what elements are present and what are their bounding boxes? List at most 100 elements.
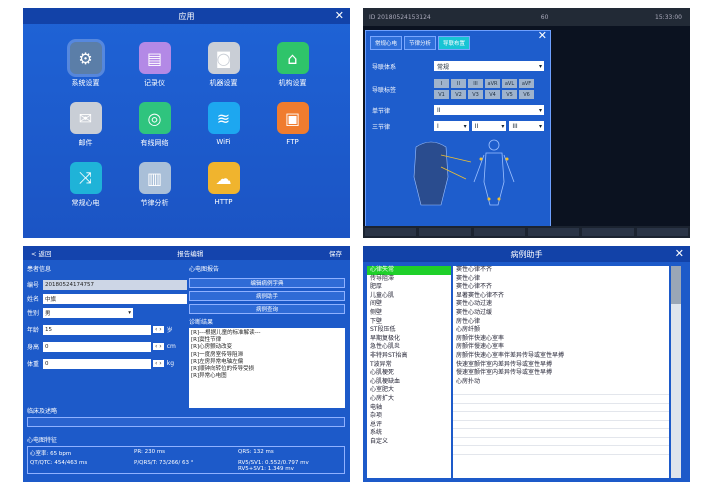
edit-dictionary-button[interactable]: 编辑病例字典 [189, 278, 345, 288]
list-item[interactable]: 窦性心动过缓 [453, 309, 669, 318]
tab-lead-layout[interactable]: 导联布置 [438, 36, 471, 50]
lead-chip[interactable]: V5 [502, 90, 517, 99]
height-field[interactable]: 0 [43, 341, 151, 352]
category-item[interactable]: 间壁 [367, 300, 451, 309]
list-item[interactable]: 快速室颤伴室内差异传导或室性早搏 [453, 361, 669, 370]
app-home[interactable]: ⌂ 机构设置 [258, 42, 327, 88]
app-label: 机构设置 [278, 79, 307, 87]
diagnosis-textarea[interactable]: [R]---根据儿童的标准解读--- [R]窦性节律 [R]心房颤动改变 [R]一度房… [189, 328, 345, 408]
app-shuffle[interactable]: ⤨ 常规心电 [51, 162, 120, 208]
category-item[interactable]: 传导阻滞 [367, 275, 451, 284]
id-field[interactable]: 20180524174757 [43, 279, 187, 290]
case-query-button[interactable]: 病例查询 [189, 304, 345, 314]
chevron-down-icon: ▾ [463, 122, 467, 130]
category-item[interactable]: 系统 [367, 429, 451, 438]
category-item[interactable]: ST段压低 [367, 326, 451, 335]
lead-chip[interactable]: V6 [519, 90, 534, 99]
category-item[interactable]: 非特异ST抬高 [367, 352, 451, 361]
category-item[interactable]: 总评 [367, 421, 451, 430]
toolbar-slot[interactable] [473, 228, 525, 236]
single-rhythm-select[interactable]: II ▾ [434, 105, 544, 115]
app-gear[interactable]: ⚙ 系统设置 [51, 39, 120, 88]
app-printer[interactable]: ▤ 记录仪 [120, 42, 189, 88]
list-item[interactable]: 房性心律 [453, 318, 669, 327]
category-item[interactable]: 电轴 [367, 404, 451, 413]
axis-unit: ° [190, 460, 194, 466]
list-item[interactable]: 窦性心律不齐 [453, 266, 669, 275]
height-unit: cm [166, 343, 176, 350]
triple-rhythm-select-2[interactable]: II ▾ [471, 121, 507, 131]
app-camera[interactable]: ◙ 机器设置 [189, 42, 258, 88]
lead-chip[interactable]: V2 [451, 90, 466, 99]
lead-chip[interactable]: V4 [485, 90, 500, 99]
category-item[interactable]: 心室肥大 [367, 386, 451, 395]
item-list[interactable]: 窦性心律不齐 窦性心律 窦性心律不齐 显著窦性心律不齐 窦性心动过速 窦性心动过缓 房性心律… [453, 266, 669, 478]
back-button[interactable]: < 返回 [31, 248, 52, 258]
qt-unit: ms [78, 460, 88, 466]
clinic-field[interactable] [27, 417, 345, 427]
lead-system-select[interactable]: 常规 ▾ [434, 61, 544, 71]
category-item[interactable]: 侧壁 [367, 309, 451, 318]
toolbar-slot[interactable] [582, 228, 634, 236]
toolbar-slot[interactable] [527, 228, 580, 236]
category-item[interactable]: 下壁 [367, 318, 451, 327]
scrollbar[interactable] [671, 266, 681, 478]
lead-chip[interactable]: aVR [485, 79, 500, 88]
report-title: 报告编辑 [177, 250, 204, 258]
category-list[interactable]: 心律失常 传导阻滞 肥厚 儿童心肌 间壁 侧壁 下壁 ST段压低 早期复极化 急性心肌炎 非特异ST… [367, 266, 451, 478]
weight-stepper[interactable]: ‹ › [153, 360, 164, 367]
sex-select[interactable]: 男 ▾ [43, 307, 133, 318]
list-item[interactable]: 心房扑动 [453, 378, 669, 387]
app-cloud[interactable]: ☁ HTTP [189, 162, 258, 208]
category-item[interactable]: 杂项 [367, 412, 451, 421]
list-item[interactable]: 房颤伴快速心室率伴差异传导或室性早搏 [453, 352, 669, 361]
lead-chip[interactable]: V3 [468, 90, 483, 99]
category-item[interactable]: 心律失常 [367, 266, 451, 275]
lead-chip[interactable]: II [451, 79, 466, 88]
list-item[interactable]: 窦性心动过速 [453, 300, 669, 309]
category-item[interactable]: 急性心肌炎 [367, 343, 451, 352]
list-item[interactable]: 窦性心律 [453, 275, 669, 284]
app-wifi[interactable]: ≋ WiFi [189, 102, 258, 148]
weight-field[interactable]: 0 [43, 358, 151, 369]
category-item[interactable]: 心肌梗死 [367, 369, 451, 378]
category-item[interactable]: 自定义 [367, 438, 451, 447]
category-item[interactable]: T波异常 [367, 361, 451, 370]
category-item[interactable]: 肥厚 [367, 283, 451, 292]
toolbar-slot[interactable] [365, 228, 417, 236]
home-icon: ⌂ [276, 42, 309, 74]
lead-chip[interactable]: I [434, 79, 449, 88]
pr-unit: ms [156, 449, 166, 455]
close-icon[interactable]: ✕ [538, 29, 547, 42]
app-chart[interactable]: ▥ 节律分析 [120, 162, 189, 208]
triple-rhythm-select-3[interactable]: III ▾ [509, 121, 545, 131]
save-button[interactable]: 保存 [329, 248, 342, 258]
close-icon[interactable]: ✕ [335, 9, 344, 22]
toolbar-slot[interactable] [419, 228, 471, 236]
app-ftp[interactable]: ▣ FTP [258, 102, 327, 148]
empty-row [453, 404, 669, 413]
close-icon[interactable]: ✕ [675, 247, 684, 260]
app-network[interactable]: ◎ 有线网络 [120, 102, 189, 148]
height-stepper[interactable]: ‹ › [153, 343, 164, 350]
scrollbar-thumb[interactable] [671, 266, 681, 304]
case-helper-button[interactable]: 病例助手 [189, 291, 345, 301]
list-item[interactable]: 窦性心律不齐 [453, 283, 669, 292]
age-stepper[interactable]: ‹ › [153, 326, 164, 333]
tab-rhythm[interactable]: 节律分析 [404, 36, 437, 50]
toolbar-slot[interactable] [636, 228, 688, 236]
lead-chip[interactable]: III [468, 79, 483, 88]
age-field[interactable]: 15 [43, 324, 151, 335]
list-item[interactable]: 心房纤颤 [453, 326, 669, 335]
category-item[interactable]: 心房扩大 [367, 395, 451, 404]
app-mail[interactable]: ✉ 邮件 [51, 102, 120, 148]
list-item[interactable]: 慢速室颤伴室内差异传导或室性早搏 [453, 369, 669, 378]
name-field[interactable]: 中旗 [43, 293, 187, 304]
lead-chip[interactable]: V1 [434, 90, 449, 99]
app-label: WiFi [216, 138, 231, 146]
lead-chip[interactable]: aVF [519, 79, 534, 88]
lead-chip[interactable]: aVL [502, 79, 517, 88]
tab-routine-ecg[interactable]: 常规心电 [370, 36, 403, 50]
triple-rhythm-select-1[interactable]: I ▾ [434, 121, 469, 131]
list-item[interactable]: 房颤伴慢速心室率 [453, 343, 669, 352]
